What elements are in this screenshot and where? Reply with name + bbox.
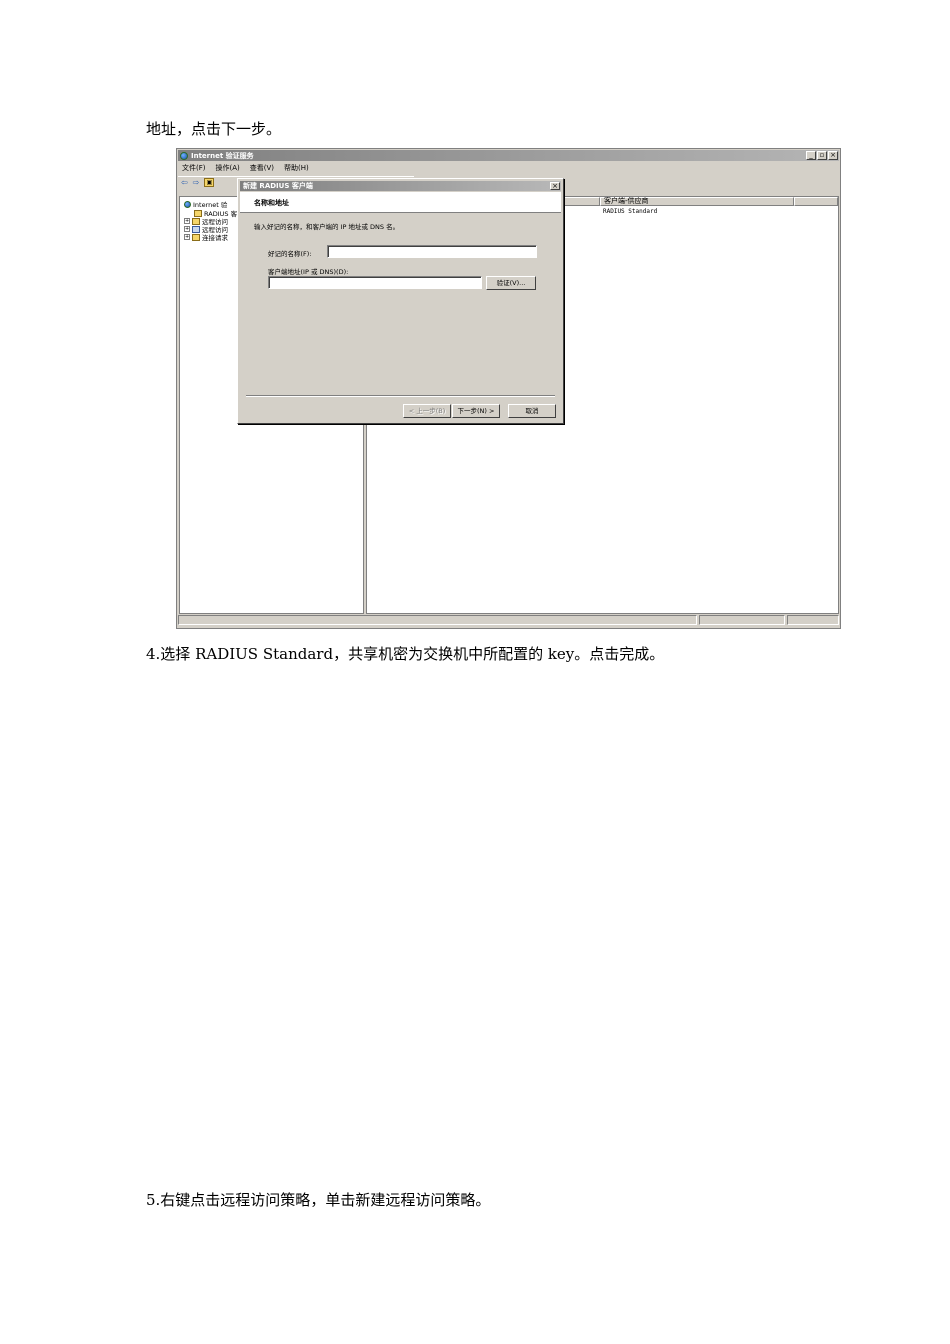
maximize-button[interactable]: ▫ bbox=[817, 151, 827, 160]
cancel-button[interactable]: 取消 bbox=[508, 404, 556, 418]
status-bar bbox=[178, 615, 839, 627]
new-radius-client-dialog: 新建 RADIUS 客户端 × 名称和地址 输入好记的名称，和客户端的 IP 地… bbox=[237, 178, 564, 424]
dialog-instruction: 输入好记的名称，和客户端的 IP 地址或 DNS 名。 bbox=[254, 223, 400, 231]
status-cell bbox=[178, 615, 698, 625]
step-5-text: 5.右键点击远程访问策略，单击新建远程访问策略。 bbox=[146, 1191, 491, 1209]
menu-file[interactable]: 文件(F) bbox=[182, 163, 206, 173]
dialog-header-band: 名称和地址 bbox=[240, 192, 561, 213]
dialog-close-button[interactable]: × bbox=[550, 182, 560, 190]
dialog-titlebar: 新建 RADIUS 客户端 × bbox=[240, 181, 561, 191]
intro-line: 地址，点击下一步。 bbox=[146, 120, 282, 138]
column-header-vendor[interactable]: 客户端-供应商 bbox=[600, 197, 794, 206]
menubar: 文件(F) 操作(A) 查看(V) 帮助(H) bbox=[178, 162, 839, 174]
friendly-name-label: 好记的名称(F): bbox=[268, 250, 312, 258]
close-button[interactable]: × bbox=[828, 151, 838, 160]
menu-action[interactable]: 操作(A) bbox=[216, 163, 240, 173]
ias-node-icon bbox=[184, 200, 191, 208]
folder-icon bbox=[192, 233, 200, 241]
expand-icon[interactable]: + bbox=[184, 234, 190, 240]
dialog-title: 新建 RADIUS 客户端 bbox=[243, 182, 313, 190]
step-4-text: 4.选择 RADIUS Standard，共享机密为交换机中所配置的 key。点… bbox=[146, 645, 665, 663]
tree-item-connection-request[interactable]: + 连接请求 bbox=[184, 232, 228, 242]
status-cell bbox=[787, 615, 839, 625]
client-address-label: 客户端地址(IP 或 DNS)(D): bbox=[268, 268, 349, 276]
client-address-input[interactable] bbox=[268, 276, 482, 289]
column-header-extra[interactable] bbox=[794, 197, 838, 206]
ias-window-screenshot: Internet 验证服务 _ ▫ × 文件(F) 操作(A) 查看(V) 帮助… bbox=[176, 148, 841, 629]
status-cell bbox=[699, 615, 786, 625]
minimize-button[interactable]: _ bbox=[806, 151, 816, 160]
ias-app-icon bbox=[180, 151, 188, 160]
window-titlebar: Internet 验证服务 _ ▫ × bbox=[178, 150, 839, 161]
friendly-name-input[interactable] bbox=[327, 245, 537, 258]
window-title: Internet 验证服务 bbox=[191, 151, 254, 160]
back-button[interactable]: < 上一步(B) bbox=[403, 404, 451, 418]
next-button[interactable]: 下一步(N) > bbox=[452, 404, 500, 418]
menu-view[interactable]: 查看(V) bbox=[250, 163, 274, 173]
menu-help[interactable]: 帮助(H) bbox=[284, 163, 309, 173]
dialog-heading: 名称和地址 bbox=[254, 199, 289, 207]
verify-button[interactable]: 验证(V)... bbox=[486, 276, 536, 290]
up-folder-icon[interactable]: ▣ bbox=[204, 178, 215, 187]
forward-arrow-icon[interactable]: ⇨ bbox=[193, 178, 200, 187]
client-vendor-value[interactable]: RADIUS Standard bbox=[603, 208, 657, 215]
back-arrow-icon[interactable]: ⇦ bbox=[181, 178, 188, 187]
tree-item-label: 连接请求 bbox=[202, 234, 228, 242]
dialog-separator bbox=[246, 395, 555, 397]
